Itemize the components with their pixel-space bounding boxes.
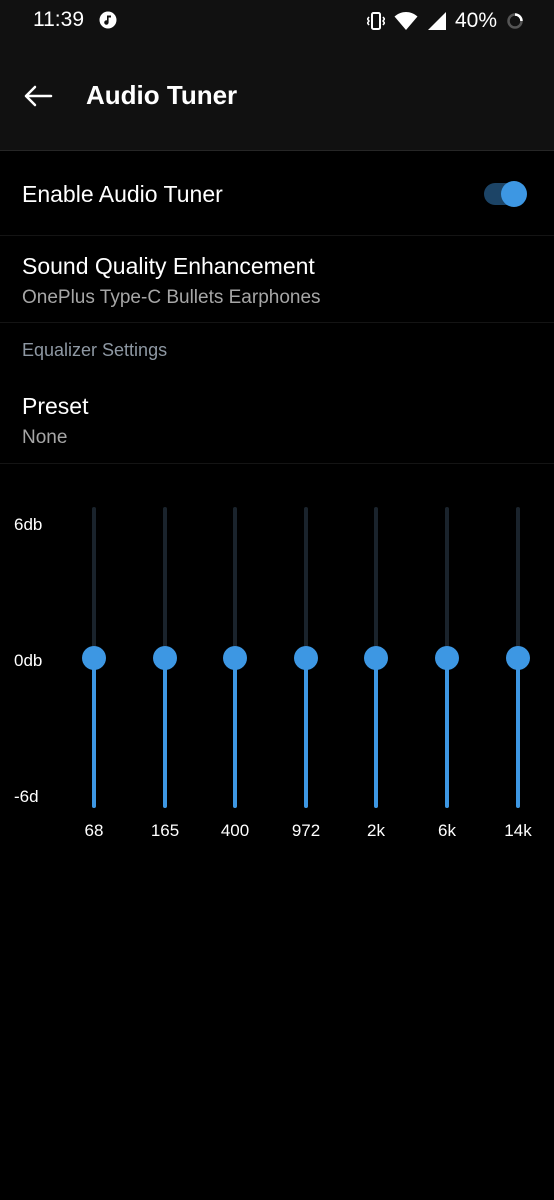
wifi-icon [394, 12, 418, 30]
eq-band-label-6k: 6k [438, 821, 456, 840]
enable-audio-tuner-row[interactable]: Enable Audio Tuner [0, 151, 554, 235]
eq-band-thumb-400[interactable] [223, 646, 247, 670]
page-title: Audio Tuner [86, 80, 238, 110]
toggle-knob [501, 181, 527, 207]
eq-band-thumb-165[interactable] [153, 646, 177, 670]
sound-quality-row[interactable]: Sound Quality Enhancement OnePlus Type-C… [0, 236, 554, 322]
eq-band-fill-2k [374, 658, 378, 808]
eq-band-label-14k: 14k [504, 821, 532, 840]
divider [0, 463, 554, 464]
toolbar: Audio Tuner [0, 42, 554, 150]
eq-band-fill-6k [445, 658, 449, 808]
eq-band-thumb-68[interactable] [82, 646, 106, 670]
eq-band-fill-14k [516, 658, 520, 808]
db-label-zero: 0db [14, 651, 43, 670]
eq-band-label-68: 68 [84, 821, 104, 840]
preset-value: None [22, 427, 68, 448]
music-note-icon [99, 11, 117, 29]
sound-quality-title: Sound Quality Enhancement [22, 253, 315, 279]
vibrate-icon [366, 12, 385, 30]
back-button[interactable] [14, 72, 62, 120]
sound-quality-subtitle: OnePlus Type-C Bullets Earphones [22, 287, 321, 308]
preset-row[interactable]: Preset None [0, 377, 554, 463]
arrow-left-icon [24, 85, 53, 107]
eq-band-thumb-6k[interactable] [435, 646, 459, 670]
eq-band-label-400: 400 [220, 821, 250, 840]
equalizer-settings-header: Equalizer Settings [22, 340, 168, 360]
preset-title: Preset [22, 393, 89, 419]
status-time: 11:39 [33, 8, 84, 31]
signal-icon [427, 12, 446, 30]
eq-band-label-2k: 2k [367, 821, 385, 840]
divider [0, 322, 554, 323]
eq-band-fill-68 [92, 658, 96, 808]
eq-band-fill-400 [233, 658, 237, 808]
status-bar: 11:39 40% [0, 0, 554, 42]
eq-band-fill-165 [163, 658, 167, 808]
enable-audio-tuner-label: Enable Audio Tuner [22, 181, 223, 207]
eq-band-label-972: 972 [291, 821, 321, 840]
db-label-min: -6d [14, 787, 39, 806]
eq-band-fill-972 [304, 658, 308, 808]
status-icons: 40% [358, 8, 524, 34]
db-label-max: 6db [14, 515, 43, 534]
eq-band-thumb-2k[interactable] [364, 646, 388, 670]
battery-charging-icon [507, 13, 523, 29]
eq-band-thumb-14k[interactable] [506, 646, 530, 670]
eq-band-label-165: 165 [150, 821, 180, 840]
battery-percentage: 40% [454, 9, 497, 32]
eq-band-thumb-972[interactable] [294, 646, 318, 670]
